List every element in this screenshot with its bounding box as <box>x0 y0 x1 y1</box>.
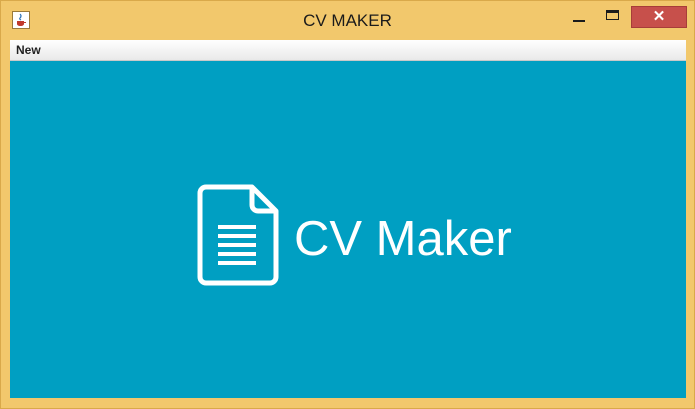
menu-new[interactable]: New <box>16 43 41 57</box>
title-bar[interactable]: CV MAKER ✕ <box>1 1 694 39</box>
maximize-button[interactable] <box>599 6 627 28</box>
minimize-button[interactable] <box>565 6 593 28</box>
minimize-icon <box>573 20 585 22</box>
maximize-icon <box>606 10 619 20</box>
close-button[interactable]: ✕ <box>631 6 687 28</box>
menu-bar: New <box>10 40 686 61</box>
app-window: CV MAKER ✕ New CV Maker <box>0 0 695 409</box>
document-icon <box>197 184 279 286</box>
splash-panel: CV Maker <box>10 61 686 398</box>
close-icon: ✕ <box>652 8 666 25</box>
app-logo-text: CV Maker <box>294 212 512 266</box>
